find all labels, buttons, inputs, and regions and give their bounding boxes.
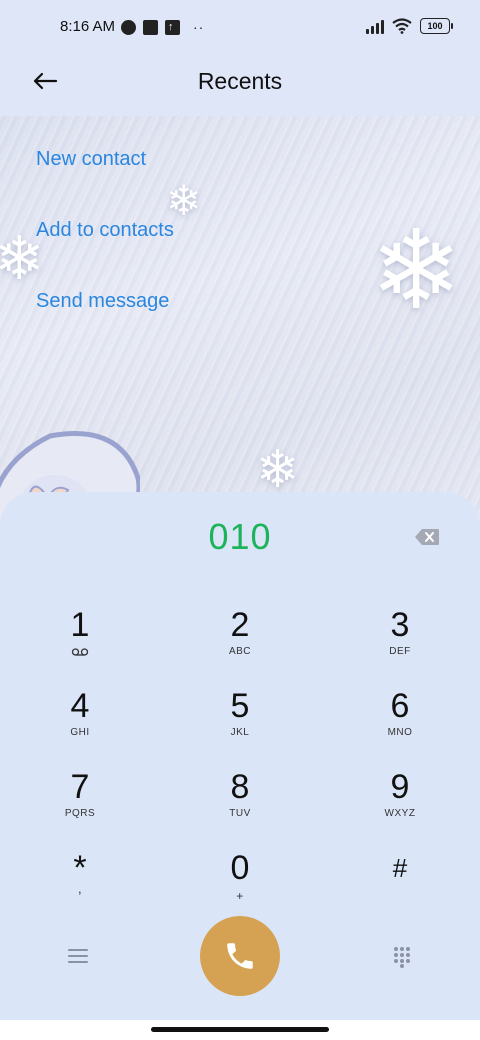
key-letters: TUV [229, 808, 251, 819]
key-digit: 9 [390, 768, 410, 806]
key-3[interactable]: 3 DEF [340, 606, 460, 676]
key-letters: PQRS [64, 808, 96, 819]
key-letters: MNO [387, 727, 413, 738]
upload-notification-icon [165, 19, 180, 35]
key-digit: 0 [230, 849, 250, 887]
key-digit: # [392, 853, 408, 883]
key-4[interactable]: 4 GHI [20, 687, 140, 757]
key-letters: ABC [228, 646, 252, 657]
dialed-number: 010 [208, 516, 272, 557]
key-0[interactable]: 0 + [180, 849, 300, 919]
square-notification-icon [143, 19, 158, 35]
system-icons: 100 [366, 18, 453, 34]
key-star[interactable]: * , [20, 849, 140, 919]
key-letters: , [77, 881, 83, 896]
phone-icon [227, 943, 253, 969]
key-digit: 4 [70, 687, 90, 725]
home-gesture-bar[interactable] [151, 1027, 329, 1032]
dial-pad-panel: 010 1 2 ABC 3 DEF 4 GHI 5 JKL 6 MNO 7 PQ… [0, 492, 480, 1040]
dialpad-toggle-icon[interactable] [393, 946, 411, 968]
key-1[interactable]: 1 [20, 606, 140, 676]
key-5[interactable]: 5 JKL [180, 687, 300, 757]
page-title: Recents [197, 68, 283, 94]
key-digit: 5 [230, 687, 250, 725]
key-digit: 7 [70, 768, 90, 806]
wifi-icon [392, 18, 412, 34]
key-digit: 3 [390, 606, 410, 644]
key-7[interactable]: 7 PQRS [20, 768, 140, 838]
key-6[interactable]: 6 MNO [340, 687, 460, 757]
snowflake-icon: ❄ [370, 209, 463, 332]
snowflake-icon: ❄ [256, 441, 300, 499]
menu-icon[interactable] [68, 948, 88, 964]
key-digit: 2 [230, 606, 250, 644]
voicemail-icon [71, 648, 89, 656]
key-digit: 8 [230, 768, 250, 806]
more-notifications-icon: ·· [193, 19, 205, 35]
key-letters: JKL [230, 727, 250, 738]
snowflake-icon: ❄ [166, 177, 202, 224]
backspace-icon[interactable] [414, 528, 440, 546]
key-2[interactable]: 2 ABC [180, 606, 300, 676]
status-time: 8:16 AM [60, 18, 116, 35]
call-button[interactable] [200, 916, 280, 996]
status-bar: 8:16 AM ·· 100 [0, 0, 480, 56]
app-notification-icon [121, 19, 136, 35]
key-8[interactable]: 8 TUV [180, 768, 300, 838]
key-digit: 6 [390, 687, 410, 725]
signal-icon [366, 18, 384, 34]
navigation-area [0, 1020, 480, 1040]
key-letters: + [236, 889, 244, 903]
header: Recents [0, 56, 480, 116]
new-contact-link[interactable]: New contact [36, 148, 146, 171]
key-digit: 1 [70, 606, 90, 644]
send-message-link[interactable]: Send message [36, 290, 169, 313]
key-hash[interactable]: # [340, 849, 460, 919]
key-9[interactable]: 9 WXYZ [340, 768, 460, 838]
notification-icons: ·· [121, 19, 204, 35]
key-letters: DEF [389, 646, 411, 657]
key-letters: GHI [70, 727, 90, 738]
add-to-contacts-link[interactable]: Add to contacts [36, 219, 174, 242]
wallpaper-area: ❄ ❄ ❄ ❄ New contact Add to contacts Send… [0, 116, 480, 536]
key-letters: WXYZ [384, 808, 416, 819]
battery-icon: 100 [420, 18, 453, 34]
